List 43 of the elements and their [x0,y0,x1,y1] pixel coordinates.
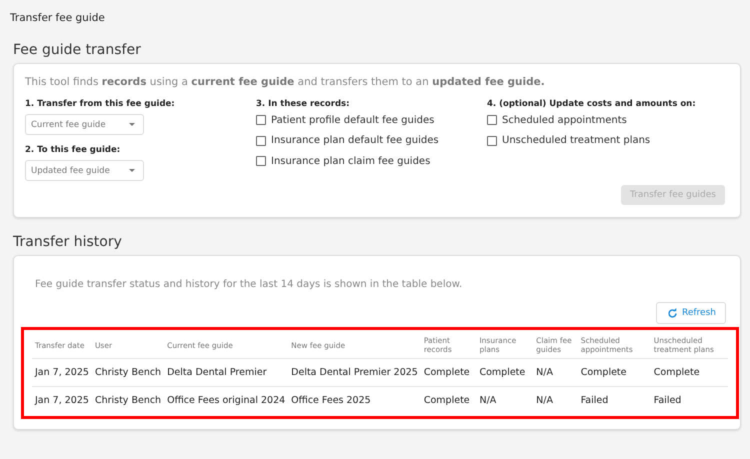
table-cell: Complete [420,386,476,414]
step-label: 4. (optional) Update costs and amounts on: [487,99,697,109]
step-label: 3. In these records: [256,99,351,109]
checkbox-label: Patient profile default fee guides [271,114,434,126]
table-cell: Delta Dental Premier [164,358,288,386]
table-cell: Complete [476,358,534,386]
table-cell: Jan 7, 2025 [32,386,92,414]
table-cell: Complete [420,358,476,386]
intro-text: This tool finds records using a current fee guide and transfers them to an updated fee guide. [25,76,546,88]
checkbox[interactable] [256,156,266,166]
refresh-button[interactable]: Refresh [656,302,726,324]
dropdown-field[interactable]: Updated fee guide [25,160,144,181]
dropdown-field[interactable]: Current fee guide [25,114,144,135]
table-cell: Delta Dental Premier 2025 [288,358,421,386]
table-cell: Christy Bench [92,386,164,414]
checkbox[interactable] [487,136,497,146]
section-heading: Fee guide transfer [13,42,142,58]
step-label: 2. To this fee guide: [25,145,122,155]
caret-icon [129,123,135,126]
table-cell: Jan 7, 2025 [32,358,92,386]
step-label: 1. Transfer from this fee guide: [25,99,176,109]
checkbox[interactable] [487,115,497,126]
refresh-icon [667,308,678,318]
checkbox-label: Insurance plan claim fee guides [271,156,430,167]
table-cell: Complete [650,358,728,386]
table-cell: Failed [650,386,728,414]
table-cell: Christy Bench [92,358,164,386]
caret-icon [129,169,135,172]
checkbox-label: Unscheduled treatment plans [502,135,650,146]
table-cell: Complete [578,358,651,386]
intro-text: Fee guide transfer status and history for the last 14 days is shown in the table below. [34,279,464,290]
checkbox[interactable] [256,136,266,146]
table-cell: Office Fees original 2024 [164,386,288,414]
table-cell: N/A [476,386,534,414]
table-cell: N/A [533,358,578,386]
checkbox-label: Scheduled appointments [502,114,627,126]
page-title: Transfer fee guide [10,12,106,24]
section-heading: Transfer history [13,234,123,250]
checkbox-label: Insurance plan default fee guides [271,135,439,146]
checkbox[interactable] [256,115,266,126]
table-cell: N/A [533,386,578,414]
table-cell: Office Fees 2025 [288,386,421,414]
table-cell: Failed [578,386,651,414]
